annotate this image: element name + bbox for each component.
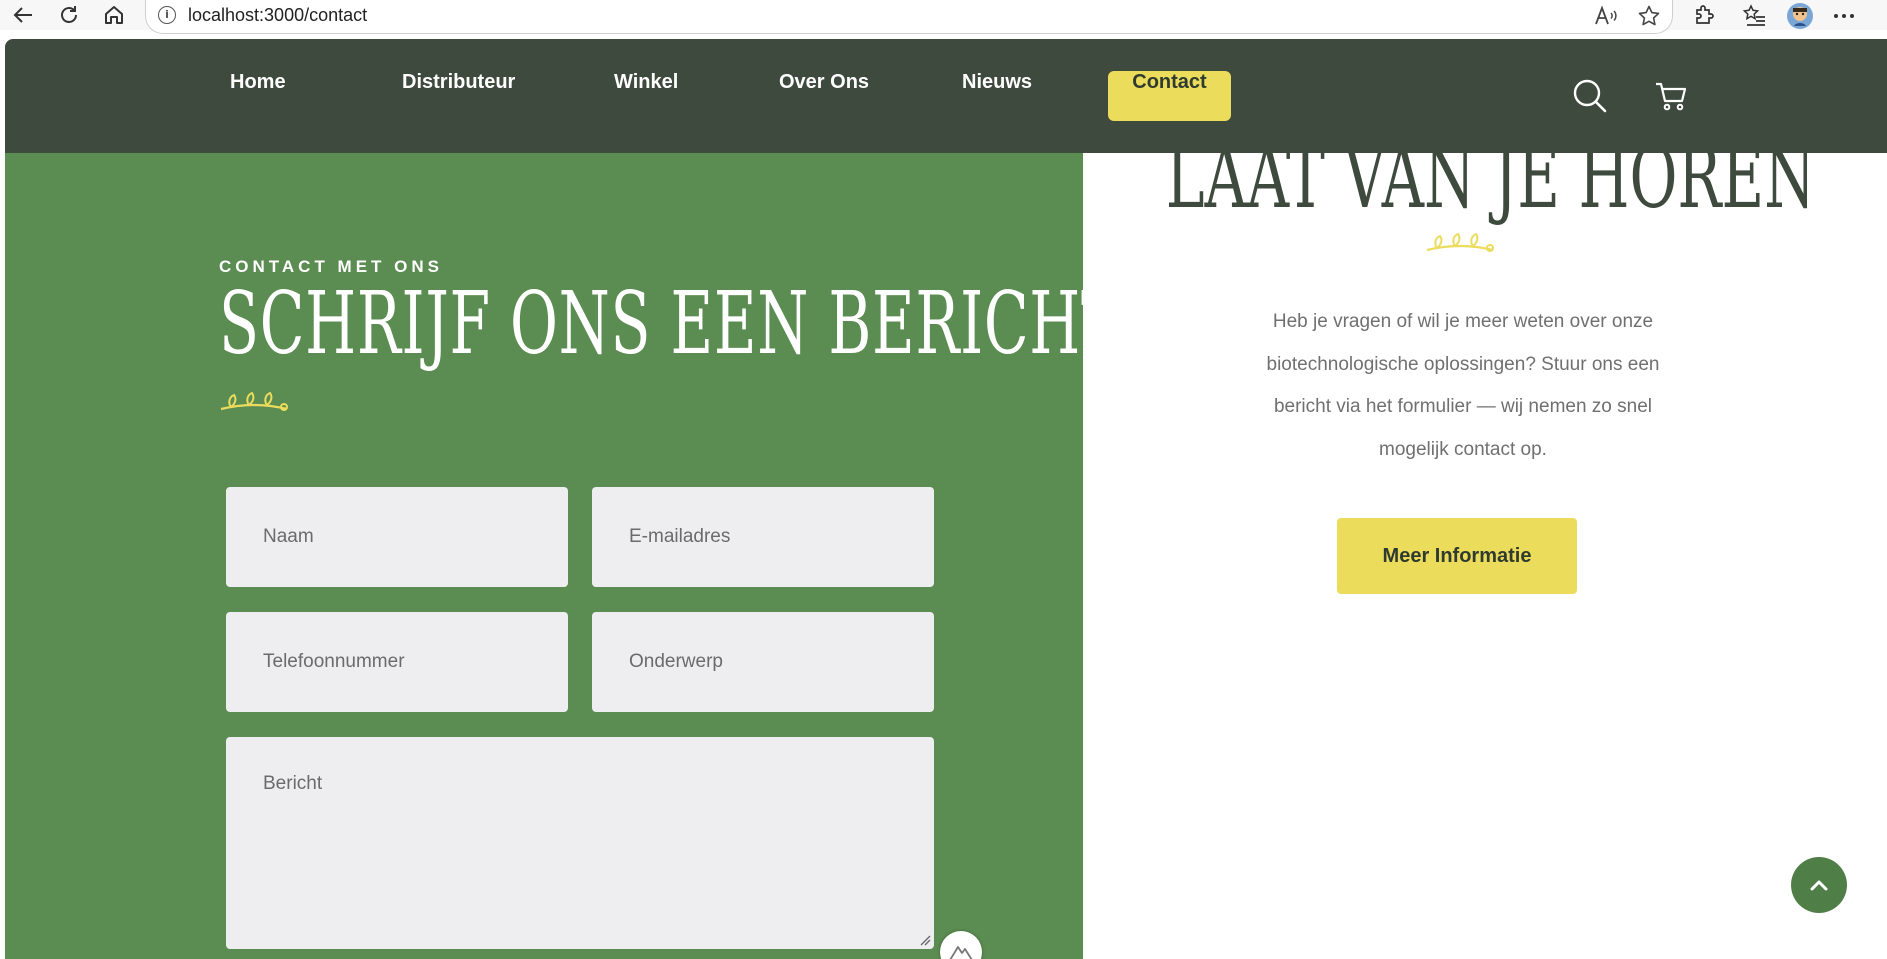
nav-item-contact[interactable]: Contact	[1108, 71, 1231, 121]
site-header: Home Distributeur Winkel Over Ons Nieuws…	[5, 39, 1887, 153]
nav-item-distributeur[interactable]: Distributeur	[402, 71, 515, 121]
subject-field[interactable]	[592, 612, 934, 712]
back-icon[interactable]	[10, 3, 36, 27]
resize-grip-icon[interactable]	[919, 934, 931, 946]
nav-item-nieuws[interactable]: Nieuws	[962, 71, 1032, 121]
phone-field[interactable]	[226, 612, 568, 712]
more-info-button[interactable]: Meer Informatie	[1337, 518, 1577, 594]
info-text: Heb je vragen of wil je meer weten over …	[1266, 311, 1660, 460]
mountain-icon	[949, 946, 973, 959]
more-menu-icon[interactable]	[1830, 2, 1858, 30]
search-icon[interactable]	[1570, 76, 1610, 116]
chevron-up-icon	[1810, 880, 1828, 891]
cart-icon[interactable]	[1651, 76, 1691, 116]
nav-item-winkel[interactable]: Winkel	[614, 71, 678, 121]
browser-toolbar: i localhost:3000/contact	[0, 0, 1887, 34]
message-field[interactable]	[226, 737, 934, 949]
nav-item-over-ons[interactable]: Over Ons	[779, 71, 869, 121]
nav-item-home[interactable]: Home	[230, 71, 286, 121]
email-field[interactable]	[592, 487, 934, 587]
page: Home Distributeur Winkel Over Ons Nieuws…	[5, 39, 1887, 959]
home-icon[interactable]	[101, 3, 127, 27]
favorites-list-icon[interactable]	[1741, 2, 1769, 30]
contact-form-panel: CONTACT MET ONS SCHRIJF ONS EEN BERICHT	[5, 153, 1120, 959]
address-bar[interactable]: i localhost:3000/contact	[145, 0, 1673, 34]
name-field[interactable]	[226, 487, 568, 587]
scroll-to-top-button[interactable]	[1791, 857, 1847, 913]
form-title: SCHRIJF ONS EEN BERICHT	[219, 274, 1121, 374]
read-aloud-icon[interactable]	[1593, 3, 1619, 29]
profile-avatar-icon[interactable]	[1786, 2, 1814, 30]
info-icon[interactable]: i	[158, 6, 176, 24]
reload-icon[interactable]	[56, 3, 82, 27]
favorite-star-icon[interactable]	[1636, 3, 1662, 29]
sprig-icon	[1426, 232, 1494, 252]
extensions-icon[interactable]	[1690, 2, 1718, 30]
sprig-icon	[220, 391, 288, 411]
address-url[interactable]: localhost:3000/contact	[188, 5, 367, 26]
